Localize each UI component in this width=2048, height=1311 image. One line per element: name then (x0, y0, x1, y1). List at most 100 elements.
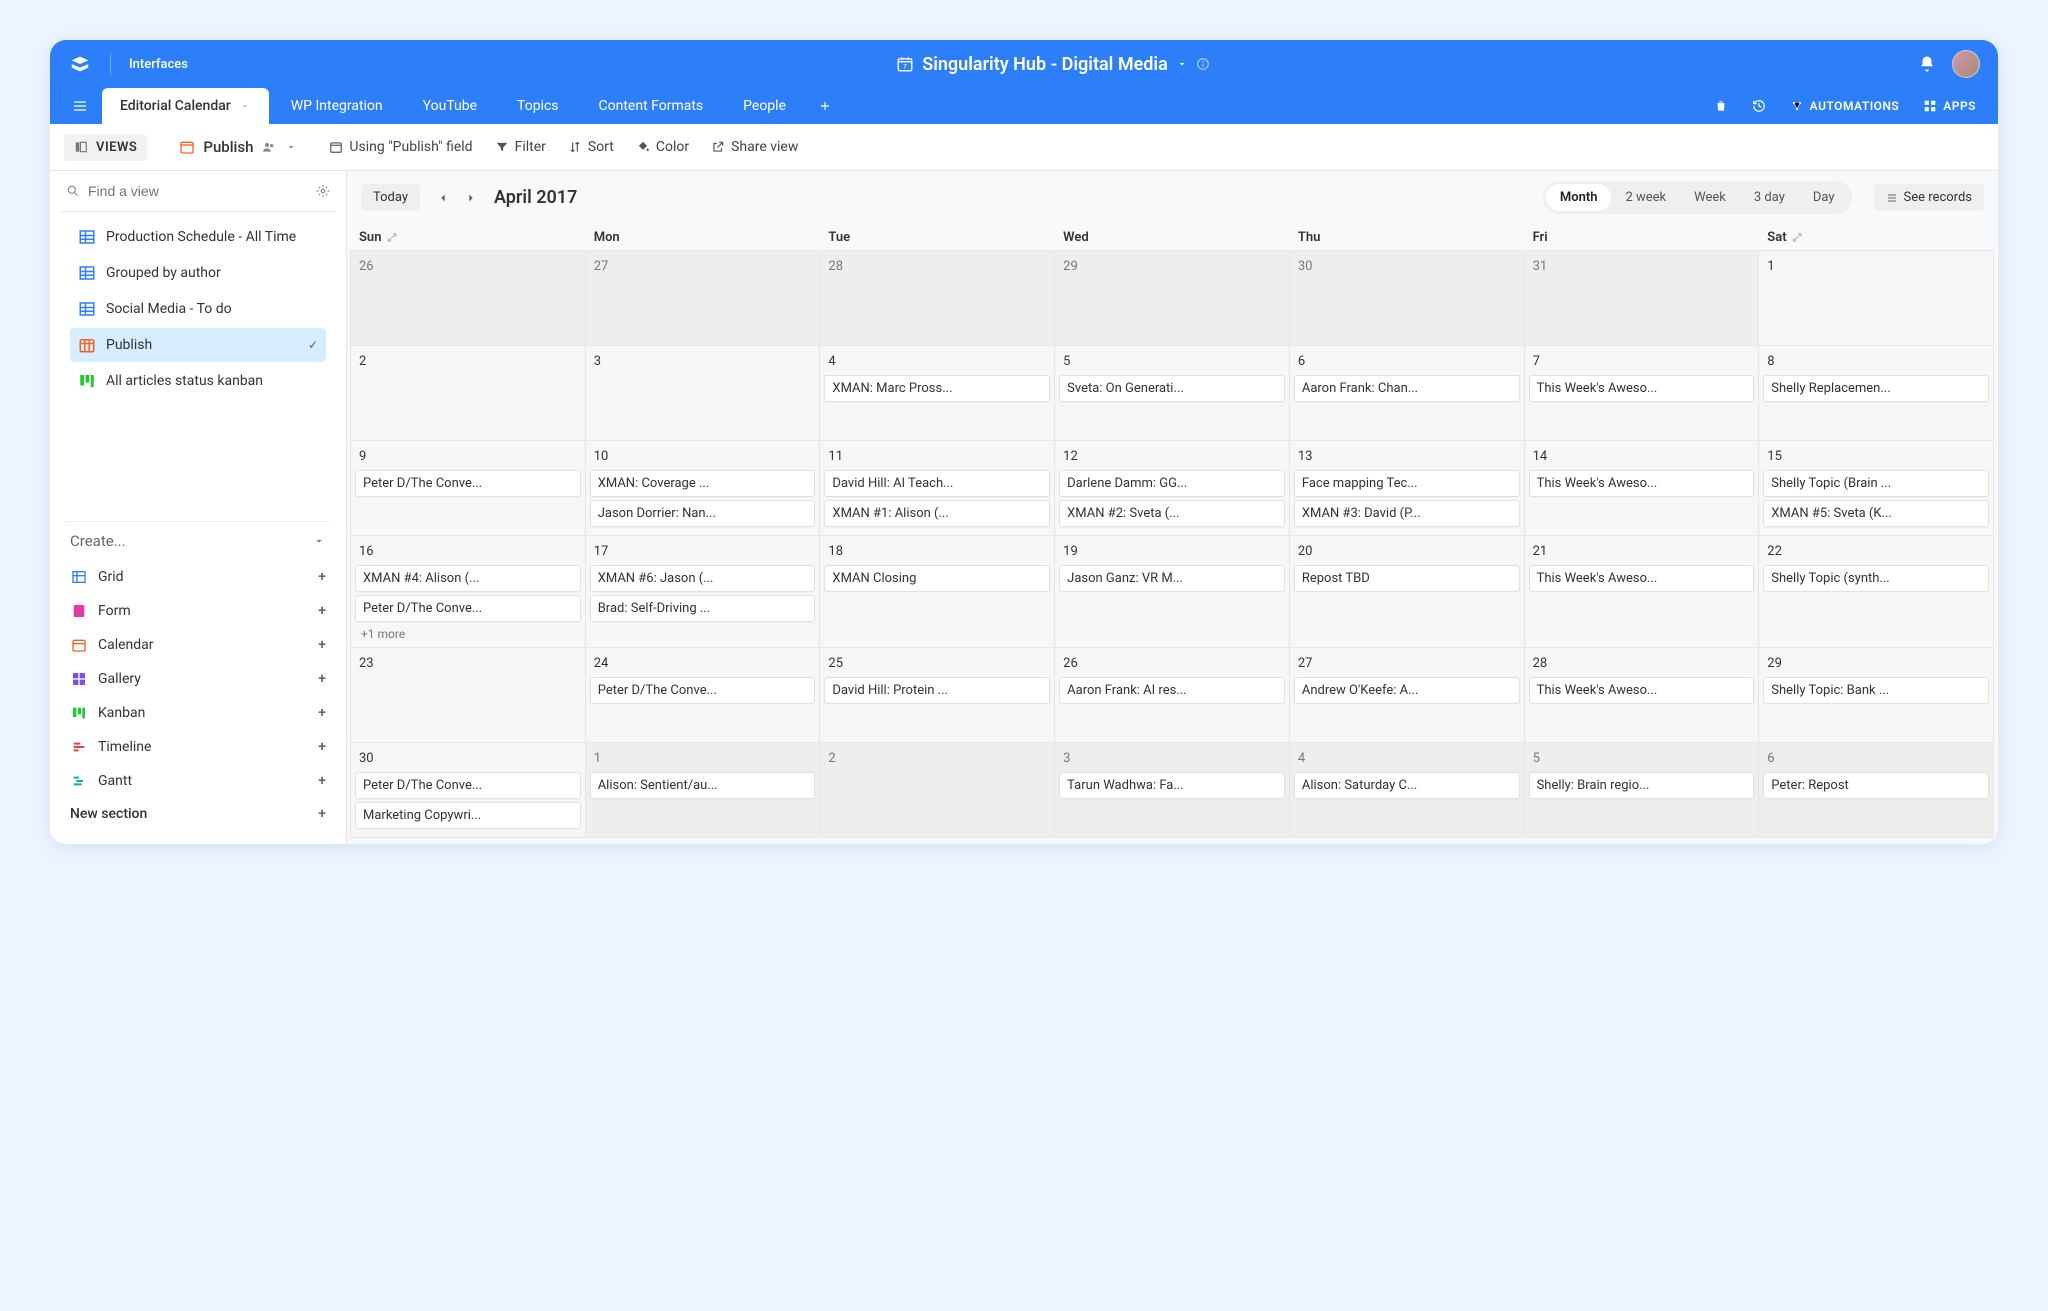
tab-wp-integration[interactable]: WP Integration (273, 88, 401, 124)
calendar-cell[interactable]: 27Andrew O'Keefe: A... (1289, 647, 1525, 743)
calendar-cell[interactable]: 9Peter D/The Conve... (350, 440, 586, 536)
calendar-cell[interactable]: 15Shelly Topic (Brain ...XMAN #5: Sveta … (1758, 440, 1994, 536)
sidebar-view-item[interactable]: Publish✓ (70, 328, 326, 362)
calendar-event[interactable]: Peter D/The Conve... (355, 470, 581, 497)
calendar-cell[interactable]: 5Sveta: On Generati... (1054, 345, 1290, 441)
calendar-event[interactable]: Aaron Frank: Chan... (1294, 375, 1520, 402)
info-icon[interactable] (1196, 57, 1210, 71)
calendar-event[interactable]: Jason Dorrier: Nan... (590, 500, 816, 527)
calendar-event[interactable]: XMAN #4: Alison (... (355, 565, 581, 592)
calendar-event[interactable]: Alison: Saturday C... (1294, 772, 1520, 799)
calendar-event[interactable]: Face mapping Tec... (1294, 470, 1520, 497)
expand-icon[interactable]: ⤢ (1793, 231, 1802, 245)
calendar-event[interactable]: Shelly Replacemen... (1763, 375, 1989, 402)
views-button[interactable]: VIEWS (64, 134, 147, 161)
tab-people[interactable]: People (725, 88, 804, 124)
calendar-cell[interactable]: 26Aaron Frank: AI res... (1054, 647, 1290, 743)
calendar-cell[interactable]: 31 (1524, 250, 1760, 346)
calendar-event[interactable]: Shelly Topic: Bank ... (1763, 677, 1989, 704)
avatar[interactable] (1952, 50, 1980, 78)
calendar-event[interactable]: Jason Ganz: VR M... (1059, 565, 1285, 592)
calendar-cell[interactable]: 30Peter D/The Conve...Marketing Copywri.… (350, 742, 586, 838)
sort-button[interactable]: Sort (568, 139, 614, 155)
calendar-cell[interactable]: 6Peter: Repost (1758, 742, 1994, 838)
calendar-event[interactable]: This Week's Aweso... (1529, 470, 1755, 497)
sidebar-view-item[interactable]: Grouped by author (70, 256, 326, 290)
color-button[interactable]: Color (636, 139, 689, 155)
today-button[interactable]: Today (361, 184, 420, 211)
create-form-button[interactable]: Form+ (66, 594, 330, 628)
calendar-cell[interactable]: 17XMAN #6: Jason (...Brad: Self-Driving … (585, 535, 821, 648)
calendar-cell[interactable]: 3 (585, 345, 821, 441)
trash-icon[interactable] (1704, 93, 1738, 119)
range-day[interactable]: Day (1799, 184, 1849, 211)
current-view[interactable]: Publish (169, 132, 307, 162)
calendar-cell[interactable]: 1Alison: Sentient/au... (585, 742, 821, 838)
create-section-toggle[interactable]: Create... (66, 521, 330, 560)
share-button[interactable]: Share view (711, 139, 798, 155)
calendar-cell[interactable]: 25David Hill: Protein ... (819, 647, 1055, 743)
calendar-event[interactable]: Shelly: Brain regio... (1529, 772, 1755, 799)
calendar-cell[interactable]: 30 (1289, 250, 1525, 346)
tab-content-formats[interactable]: Content Formats (581, 88, 722, 124)
sidebar-view-item[interactable]: Social Media - To do (70, 292, 326, 326)
calendar-event[interactable]: Peter D/The Conve... (590, 677, 816, 704)
calendar-event[interactable]: Peter D/The Conve... (355, 595, 581, 622)
calendar-cell[interactable]: 24Peter D/The Conve... (585, 647, 821, 743)
range-month[interactable]: Month (1546, 184, 1612, 211)
calendar-cell[interactable]: 7This Week's Aweso... (1524, 345, 1760, 441)
search-input[interactable] (88, 183, 308, 199)
interfaces-link[interactable]: Interfaces (129, 57, 188, 72)
filter-button[interactable]: Filter (495, 139, 546, 155)
new-section-button[interactable]: New section+ (66, 798, 330, 830)
tab-editorial-calendar[interactable]: Editorial Calendar (102, 88, 269, 124)
automations-button[interactable]: AUTOMATIONS (1780, 93, 1910, 119)
calendar-event[interactable]: This Week's Aweso... (1529, 375, 1755, 402)
calendar-cell[interactable]: 4XMAN: Marc Pross... (819, 345, 1055, 441)
calendar-event[interactable]: Andrew O'Keefe: A... (1294, 677, 1520, 704)
gear-icon[interactable] (316, 184, 330, 198)
calendar-cell[interactable]: 2 (350, 345, 586, 441)
sidebar-view-item[interactable]: Production Schedule - All Time (70, 220, 326, 254)
history-icon[interactable] (1742, 93, 1776, 119)
calendar-cell[interactable]: 6Aaron Frank: Chan... (1289, 345, 1525, 441)
calendar-event[interactable]: Sveta: On Generati... (1059, 375, 1285, 402)
create-timeline-button[interactable]: Timeline+ (66, 730, 330, 764)
calendar-event[interactable]: XMAN #1: Alison (... (824, 500, 1050, 527)
calendar-event[interactable]: XMAN: Marc Pross... (824, 375, 1050, 402)
create-calendar-button[interactable]: Calendar+ (66, 628, 330, 662)
calendar-cell[interactable]: 4Alison: Saturday C... (1289, 742, 1525, 838)
base-title[interactable]: 7 Singularity Hub - Digital Media (206, 54, 1900, 75)
calendar-event[interactable]: Tarun Wadhwa: Fa... (1059, 772, 1285, 799)
app-logo-icon[interactable] (68, 52, 92, 76)
calendar-event[interactable]: Aaron Frank: AI res... (1059, 677, 1285, 704)
calendar-cell[interactable]: 19Jason Ganz: VR M... (1054, 535, 1290, 648)
calendar-cell[interactable]: 18XMAN Closing (819, 535, 1055, 648)
expand-icon[interactable]: ⤢ (387, 231, 396, 245)
calendar-cell[interactable]: 28 (819, 250, 1055, 346)
see-records-button[interactable]: See records (1874, 184, 1984, 211)
calendar-event[interactable]: Darlene Damm: GG... (1059, 470, 1285, 497)
calendar-cell[interactable]: 29 (1054, 250, 1290, 346)
calendar-event[interactable]: Peter: Repost (1763, 772, 1989, 799)
calendar-cell[interactable]: 14This Week's Aweso... (1524, 440, 1760, 536)
sidebar-view-item[interactable]: All articles status kanban (70, 364, 326, 398)
next-button[interactable] (458, 187, 484, 209)
calendar-cell[interactable]: 22Shelly Topic (synth... (1758, 535, 1994, 648)
calendar-cell[interactable]: 27 (585, 250, 821, 346)
range-3day[interactable]: 3 day (1740, 184, 1799, 211)
tab-topics[interactable]: Topics (499, 88, 576, 124)
calendar-event[interactable]: Repost TBD (1294, 565, 1520, 592)
tab-youtube[interactable]: YouTube (405, 88, 495, 124)
calendar-event[interactable]: XMAN #3: David (P... (1294, 500, 1520, 527)
create-grid-button[interactable]: Grid+ (66, 560, 330, 594)
create-gantt-button[interactable]: Gantt+ (66, 764, 330, 798)
calendar-event[interactable]: XMAN #5: Sveta (K... (1763, 500, 1989, 527)
calendar-cell[interactable]: 28This Week's Aweso... (1524, 647, 1760, 743)
calendar-event[interactable]: XMAN #6: Jason (... (590, 565, 816, 592)
calendar-event[interactable]: Brad: Self-Driving ... (590, 595, 816, 622)
calendar-event[interactable]: Peter D/The Conve... (355, 772, 581, 799)
calendar-cell[interactable]: 1 (1758, 250, 1994, 346)
calendar-event[interactable]: Alison: Sentient/au... (590, 772, 816, 799)
calendar-cell[interactable]: 20Repost TBD (1289, 535, 1525, 648)
